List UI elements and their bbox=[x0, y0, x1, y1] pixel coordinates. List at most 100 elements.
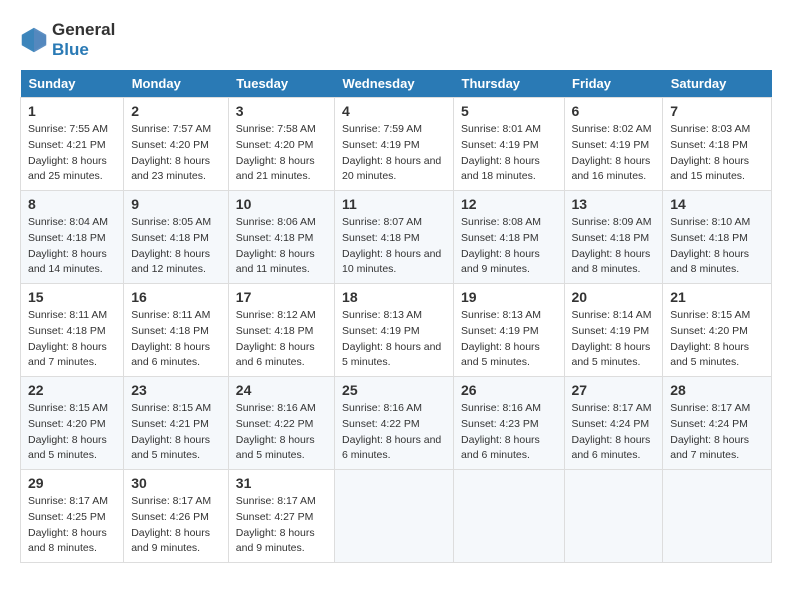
header-day-tuesday: Tuesday bbox=[228, 70, 334, 98]
day-number: 16 bbox=[131, 289, 221, 305]
day-number: 11 bbox=[342, 196, 446, 212]
calendar-cell: 6 Sunrise: 8:02 AM Sunset: 4:19 PM Dayli… bbox=[564, 98, 663, 191]
logo-icon bbox=[20, 26, 48, 54]
calendar-cell: 11 Sunrise: 8:07 AM Sunset: 4:18 PM Dayl… bbox=[335, 191, 454, 284]
day-number: 19 bbox=[461, 289, 556, 305]
calendar-cell: 26 Sunrise: 8:16 AM Sunset: 4:23 PM Dayl… bbox=[454, 377, 564, 470]
day-number: 21 bbox=[670, 289, 764, 305]
day-info: Sunrise: 8:17 AM Sunset: 4:24 PM Dayligh… bbox=[572, 401, 656, 464]
calendar-cell bbox=[663, 470, 772, 563]
calendar-table: SundayMondayTuesdayWednesdayThursdayFrid… bbox=[20, 70, 772, 563]
day-number: 28 bbox=[670, 382, 764, 398]
day-number: 25 bbox=[342, 382, 446, 398]
calendar-cell: 10 Sunrise: 8:06 AM Sunset: 4:18 PM Dayl… bbox=[228, 191, 334, 284]
day-number: 10 bbox=[236, 196, 327, 212]
day-info: Sunrise: 8:17 AM Sunset: 4:25 PM Dayligh… bbox=[28, 494, 116, 557]
week-row-1: 1 Sunrise: 7:55 AM Sunset: 4:21 PM Dayli… bbox=[21, 98, 772, 191]
calendar-cell: 18 Sunrise: 8:13 AM Sunset: 4:19 PM Dayl… bbox=[335, 284, 454, 377]
day-info: Sunrise: 8:16 AM Sunset: 4:23 PM Dayligh… bbox=[461, 401, 556, 464]
calendar-cell: 13 Sunrise: 8:09 AM Sunset: 4:18 PM Dayl… bbox=[564, 191, 663, 284]
calendar-cell: 28 Sunrise: 8:17 AM Sunset: 4:24 PM Dayl… bbox=[663, 377, 772, 470]
day-number: 8 bbox=[28, 196, 116, 212]
day-number: 22 bbox=[28, 382, 116, 398]
day-number: 27 bbox=[572, 382, 656, 398]
day-number: 13 bbox=[572, 196, 656, 212]
day-info: Sunrise: 8:11 AM Sunset: 4:18 PM Dayligh… bbox=[131, 308, 221, 371]
day-number: 7 bbox=[670, 103, 764, 119]
day-info: Sunrise: 7:59 AM Sunset: 4:19 PM Dayligh… bbox=[342, 122, 446, 185]
day-number: 20 bbox=[572, 289, 656, 305]
day-info: Sunrise: 8:09 AM Sunset: 4:18 PM Dayligh… bbox=[572, 215, 656, 278]
day-number: 29 bbox=[28, 475, 116, 491]
day-number: 30 bbox=[131, 475, 221, 491]
calendar-cell: 23 Sunrise: 8:15 AM Sunset: 4:21 PM Dayl… bbox=[124, 377, 229, 470]
day-info: Sunrise: 8:01 AM Sunset: 4:19 PM Dayligh… bbox=[461, 122, 556, 185]
week-row-2: 8 Sunrise: 8:04 AM Sunset: 4:18 PM Dayli… bbox=[21, 191, 772, 284]
day-info: Sunrise: 8:17 AM Sunset: 4:26 PM Dayligh… bbox=[131, 494, 221, 557]
calendar-cell: 19 Sunrise: 8:13 AM Sunset: 4:19 PM Dayl… bbox=[454, 284, 564, 377]
day-info: Sunrise: 8:02 AM Sunset: 4:19 PM Dayligh… bbox=[572, 122, 656, 185]
day-info: Sunrise: 8:16 AM Sunset: 4:22 PM Dayligh… bbox=[342, 401, 446, 464]
day-number: 1 bbox=[28, 103, 116, 119]
day-info: Sunrise: 8:16 AM Sunset: 4:22 PM Dayligh… bbox=[236, 401, 327, 464]
calendar-cell: 27 Sunrise: 8:17 AM Sunset: 4:24 PM Dayl… bbox=[564, 377, 663, 470]
calendar-cell: 14 Sunrise: 8:10 AM Sunset: 4:18 PM Dayl… bbox=[663, 191, 772, 284]
day-number: 18 bbox=[342, 289, 446, 305]
day-info: Sunrise: 8:08 AM Sunset: 4:18 PM Dayligh… bbox=[461, 215, 556, 278]
day-info: Sunrise: 8:10 AM Sunset: 4:18 PM Dayligh… bbox=[670, 215, 764, 278]
header-day-wednesday: Wednesday bbox=[335, 70, 454, 98]
day-info: Sunrise: 7:57 AM Sunset: 4:20 PM Dayligh… bbox=[131, 122, 221, 185]
calendar-cell: 17 Sunrise: 8:12 AM Sunset: 4:18 PM Dayl… bbox=[228, 284, 334, 377]
day-number: 4 bbox=[342, 103, 446, 119]
calendar-cell: 5 Sunrise: 8:01 AM Sunset: 4:19 PM Dayli… bbox=[454, 98, 564, 191]
calendar-cell: 25 Sunrise: 8:16 AM Sunset: 4:22 PM Dayl… bbox=[335, 377, 454, 470]
calendar-cell: 7 Sunrise: 8:03 AM Sunset: 4:18 PM Dayli… bbox=[663, 98, 772, 191]
day-number: 3 bbox=[236, 103, 327, 119]
calendar-cell: 16 Sunrise: 8:11 AM Sunset: 4:18 PM Dayl… bbox=[124, 284, 229, 377]
calendar-cell: 8 Sunrise: 8:04 AM Sunset: 4:18 PM Dayli… bbox=[21, 191, 124, 284]
calendar-cell: 22 Sunrise: 8:15 AM Sunset: 4:20 PM Dayl… bbox=[21, 377, 124, 470]
calendar-cell bbox=[335, 470, 454, 563]
day-number: 26 bbox=[461, 382, 556, 398]
day-info: Sunrise: 8:13 AM Sunset: 4:19 PM Dayligh… bbox=[461, 308, 556, 371]
day-number: 17 bbox=[236, 289, 327, 305]
calendar-cell: 9 Sunrise: 8:05 AM Sunset: 4:18 PM Dayli… bbox=[124, 191, 229, 284]
calendar-cell: 21 Sunrise: 8:15 AM Sunset: 4:20 PM Dayl… bbox=[663, 284, 772, 377]
calendar-cell bbox=[564, 470, 663, 563]
day-number: 14 bbox=[670, 196, 764, 212]
header-day-thursday: Thursday bbox=[454, 70, 564, 98]
day-info: Sunrise: 7:58 AM Sunset: 4:20 PM Dayligh… bbox=[236, 122, 327, 185]
day-info: Sunrise: 8:17 AM Sunset: 4:27 PM Dayligh… bbox=[236, 494, 327, 557]
calendar-cell: 4 Sunrise: 7:59 AM Sunset: 4:19 PM Dayli… bbox=[335, 98, 454, 191]
calendar-cell: 29 Sunrise: 8:17 AM Sunset: 4:25 PM Dayl… bbox=[21, 470, 124, 563]
header-day-friday: Friday bbox=[564, 70, 663, 98]
day-info: Sunrise: 8:06 AM Sunset: 4:18 PM Dayligh… bbox=[236, 215, 327, 278]
day-info: Sunrise: 8:03 AM Sunset: 4:18 PM Dayligh… bbox=[670, 122, 764, 185]
header-day-saturday: Saturday bbox=[663, 70, 772, 98]
day-info: Sunrise: 8:13 AM Sunset: 4:19 PM Dayligh… bbox=[342, 308, 446, 371]
week-row-4: 22 Sunrise: 8:15 AM Sunset: 4:20 PM Dayl… bbox=[21, 377, 772, 470]
day-info: Sunrise: 7:55 AM Sunset: 4:21 PM Dayligh… bbox=[28, 122, 116, 185]
day-info: Sunrise: 8:14 AM Sunset: 4:19 PM Dayligh… bbox=[572, 308, 656, 371]
day-info: Sunrise: 8:12 AM Sunset: 4:18 PM Dayligh… bbox=[236, 308, 327, 371]
calendar-cell: 1 Sunrise: 7:55 AM Sunset: 4:21 PM Dayli… bbox=[21, 98, 124, 191]
calendar-cell: 3 Sunrise: 7:58 AM Sunset: 4:20 PM Dayli… bbox=[228, 98, 334, 191]
calendar-cell: 31 Sunrise: 8:17 AM Sunset: 4:27 PM Dayl… bbox=[228, 470, 334, 563]
week-row-5: 29 Sunrise: 8:17 AM Sunset: 4:25 PM Dayl… bbox=[21, 470, 772, 563]
day-info: Sunrise: 8:11 AM Sunset: 4:18 PM Dayligh… bbox=[28, 308, 116, 371]
day-info: Sunrise: 8:07 AM Sunset: 4:18 PM Dayligh… bbox=[342, 215, 446, 278]
day-info: Sunrise: 8:17 AM Sunset: 4:24 PM Dayligh… bbox=[670, 401, 764, 464]
calendar-cell: 20 Sunrise: 8:14 AM Sunset: 4:19 PM Dayl… bbox=[564, 284, 663, 377]
day-info: Sunrise: 8:15 AM Sunset: 4:20 PM Dayligh… bbox=[670, 308, 764, 371]
logo: General Blue bbox=[20, 20, 115, 60]
calendar-cell: 30 Sunrise: 8:17 AM Sunset: 4:26 PM Dayl… bbox=[124, 470, 229, 563]
day-info: Sunrise: 8:04 AM Sunset: 4:18 PM Dayligh… bbox=[28, 215, 116, 278]
day-number: 9 bbox=[131, 196, 221, 212]
day-number: 23 bbox=[131, 382, 221, 398]
day-number: 12 bbox=[461, 196, 556, 212]
header-day-sunday: Sunday bbox=[21, 70, 124, 98]
day-number: 5 bbox=[461, 103, 556, 119]
calendar-cell: 12 Sunrise: 8:08 AM Sunset: 4:18 PM Dayl… bbox=[454, 191, 564, 284]
day-info: Sunrise: 8:15 AM Sunset: 4:21 PM Dayligh… bbox=[131, 401, 221, 464]
calendar-cell: 24 Sunrise: 8:16 AM Sunset: 4:22 PM Dayl… bbox=[228, 377, 334, 470]
